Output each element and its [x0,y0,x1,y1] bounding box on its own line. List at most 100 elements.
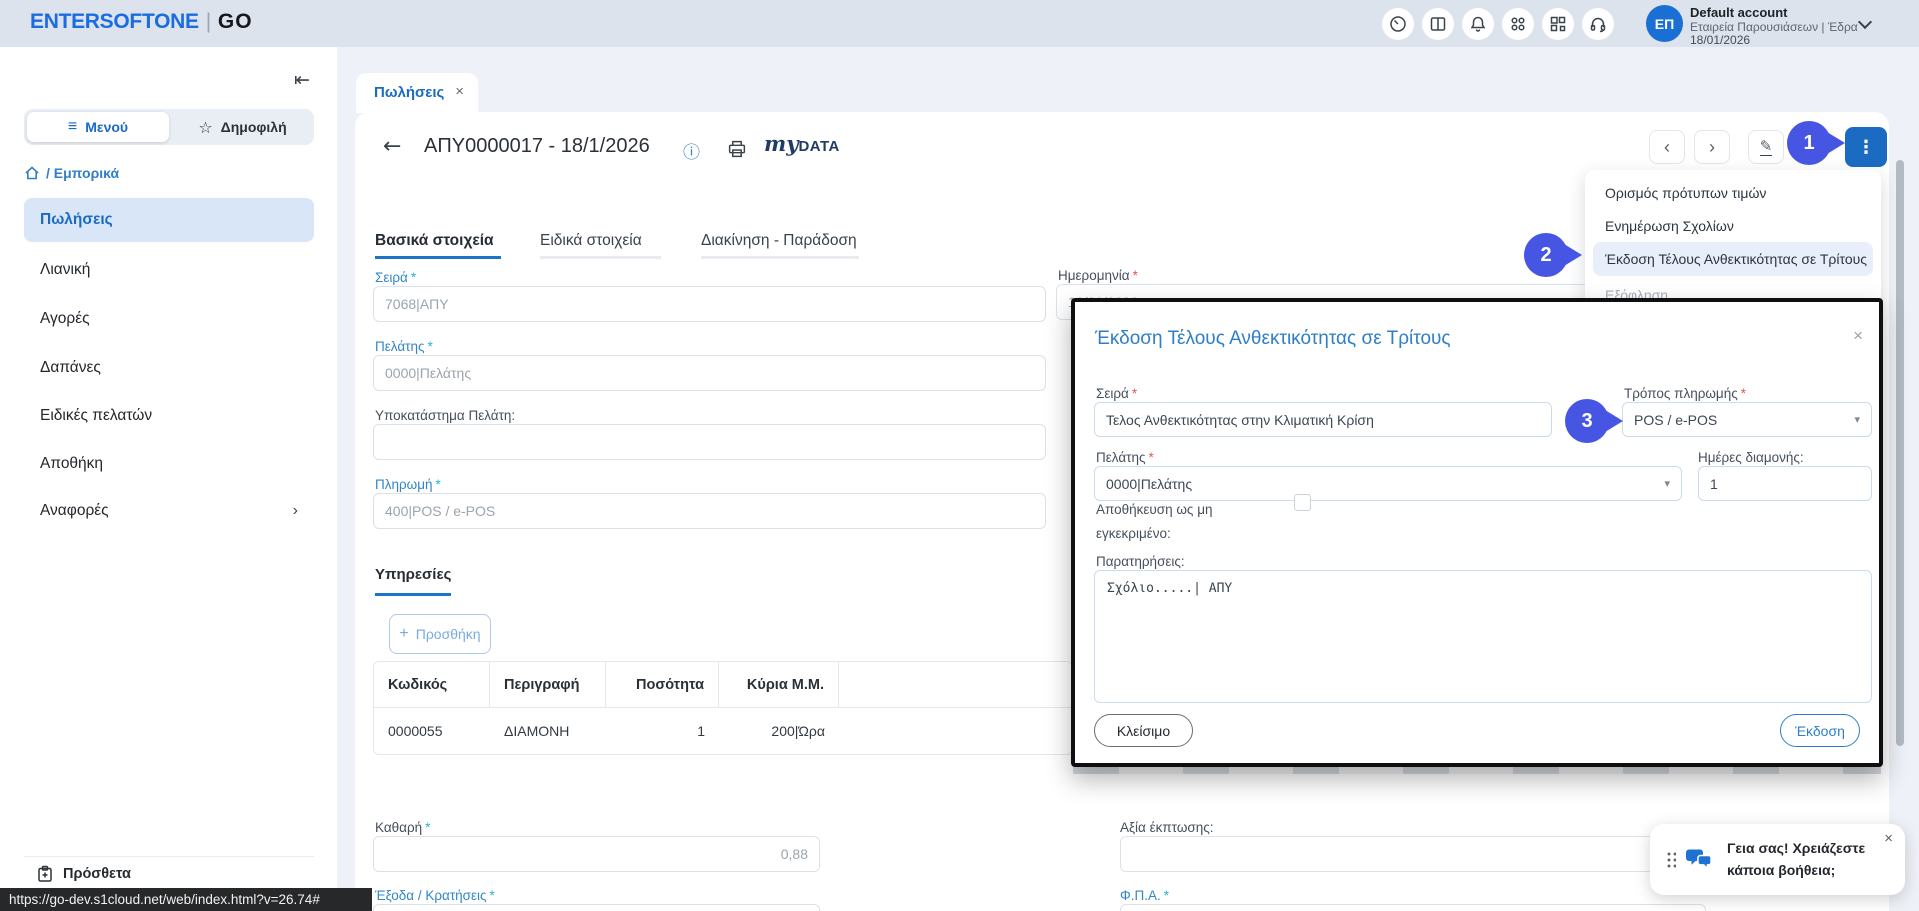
modal-submit-button[interactable]: Έκδοση [1780,714,1860,747]
payment-input[interactable]: 400|POS / e-POS [373,493,1046,529]
next-button[interactable]: › [1694,130,1730,164]
info-icon[interactable]: ⓘ [683,138,700,163]
chevron-down-icon[interactable] [1858,15,1872,29]
expenses-input[interactable] [373,904,820,911]
table-row[interactable]: 0000055 ΔΙΑΜΟΝΗ 1 200|Ώρα [374,708,1072,754]
annotation-step-1: 1 [1787,121,1831,165]
close-icon[interactable]: × [455,83,464,100]
chat-bubbles-icon [1686,847,1713,877]
customer-input[interactable]: 0000|Πελάτης [373,355,1046,391]
bell-icon[interactable] [1462,8,1494,40]
series-label: Σειρά* [375,270,416,285]
add-row-button[interactable]: + Προσθήκη [389,614,491,654]
modal-unapproved-label: Αποθήκευση ως μη εγκεκριμένο: [1096,498,1281,546]
unapproved-checkbox[interactable] [1294,494,1311,511]
modal-series-input[interactable]: Τελος Ανθεκτικότητας στην Κλιματική Κρίσ… [1094,402,1552,437]
tab-favorites[interactable]: ☆ Δημοφιλή [174,112,311,142]
modal-days-input[interactable]: 1 [1698,466,1872,501]
chat-widget[interactable]: Γεια σας! Χρειάζεστε κάποια βοήθεια; × [1650,824,1905,895]
clipboard-plus-icon [36,865,54,883]
required-mark: * [1145,450,1153,465]
workspace-tab-label: Πωλήσεις [374,84,444,101]
date-label: Ημερομηνία* [1058,268,1138,283]
extras-label: Πρόσθετα [63,866,131,882]
menu-item-resilience-fee[interactable]: Έκδοση Τέλους Ανθεκτικότητας σε Τρίτους [1593,242,1873,276]
cell-description: ΔΙΑΜΟΝΗ [490,708,606,754]
more-actions-button[interactable]: ⋮ [1845,127,1887,167]
add-row-label: Προσθήκη [416,626,481,642]
sidebar-item-sales[interactable]: Πωλήσεις [24,198,314,242]
drag-handle-icon[interactable] [1666,851,1676,868]
required-mark: * [433,477,441,492]
cell-code: 0000055 [374,708,490,754]
modal-close-button[interactable]: Κλείσιμο [1094,714,1193,747]
cell-uom: 200|Ώρα [719,708,839,754]
sidebar-item-label: Αποθήκη [40,455,103,473]
book-icon[interactable] [1422,8,1454,40]
modal-notes-label: Παρατηρήσεις: [1096,554,1185,569]
annotation-step-3: 3 [1565,399,1609,443]
pencil-icon: ✎ [1760,139,1773,156]
modal-payment-label: Τρόπος πληρωμής* [1624,386,1746,401]
col-header-code[interactable]: Κωδικός [374,662,490,707]
sidebar-item-reports[interactable]: Αναφορές › [24,489,314,533]
sidebar-item-purchases[interactable]: Αγορές [24,297,314,341]
sidebar-item-label: Ειδικές πελατών [40,407,152,425]
discount-input[interactable] [1120,836,1706,872]
mydata-data: DATA [798,138,839,155]
sidebar-collapse-icon[interactable]: ⇤ [294,69,310,91]
account-date: 18/01/2026 [1690,33,1750,47]
avatar[interactable]: ΕΠ [1646,5,1683,42]
col-header-uom[interactable]: Κύρια Μ.Μ. [719,662,839,707]
back-icon[interactable]: ← [383,134,401,159]
sidebar-item-extras[interactable]: Πρόσθετα [36,865,131,883]
customer-branch-input[interactable] [373,424,1046,460]
chat-line-1: Γεια σας! Χρειάζεστε [1727,837,1865,859]
tab-menu[interactable]: ≡ Μενού [27,112,169,142]
chat-message: Γεια σας! Χρειάζεστε κάποια βοήθεια; [1727,837,1865,881]
menu-item-default-prices[interactable]: Ορισμός πρότυπων τιμών [1585,176,1881,210]
sidebar-item-expenses[interactable]: Δαπάνες [24,346,314,390]
workspace-tab-sales[interactable]: Πωλήσεις × [356,73,478,113]
sidebar-item-retail[interactable]: Λιανική [24,248,314,292]
series-input[interactable]: 7068|ΑΠΥ [373,286,1046,322]
modal-customer-select[interactable]: 0000|Πελάτης▾ [1094,466,1682,501]
services-table: Κωδικός Περιγραφή Ποσότητα Κύρια Μ.Μ. 00… [373,661,1073,755]
tab-basic-info[interactable]: Βασικά στοιχεία [375,232,501,259]
apps-grid-icon[interactable] [1502,8,1534,40]
top-header-bar: ENTERSOFTONE|GO ΕΠ Default account Εταιρ… [0,0,1919,47]
discount-label: Αξία έκπτωσης: [1120,820,1213,835]
status-url: https://go-dev.s1cloud.net/web/index.htm… [0,888,372,911]
chat-line-2: κάποια βοήθεια; [1727,859,1865,881]
required-mark: * [1161,888,1169,903]
sidebar-item-customer-specials[interactable]: Ειδικές πελατών [24,394,314,438]
vertical-scrollbar[interactable] [1896,160,1904,746]
close-icon[interactable]: × [1853,326,1863,346]
modal-payment-select[interactable]: POS / e-POS▾ [1622,402,1872,437]
menu-item-update-comments[interactable]: Ενημέρωση Σχολίων [1585,209,1881,243]
net-input[interactable]: 0,88 [373,836,820,872]
document-title: ΑΠΥ0000017 - 18/1/2026 [424,135,650,158]
account-name: Default account [1690,5,1788,20]
close-icon[interactable]: × [1884,830,1893,847]
expenses-label: Έξοδα / Κρατήσεις* [375,888,495,903]
required-mark: * [422,820,430,835]
breadcrumb: / Εμπορικά [24,165,119,181]
col-header-description[interactable]: Περιγραφή [490,662,606,707]
tab-special-info[interactable]: Ειδικά στοιχεία [540,232,661,259]
gauge-icon[interactable] [1382,8,1414,40]
vat-input[interactable] [1120,904,1706,911]
cell-quantity: 1 [606,708,719,754]
tab-services[interactable]: Υπηρεσίες [375,566,451,596]
sidebar-item-warehouse[interactable]: Αποθήκη [24,442,314,486]
plus-icon: + [399,625,408,643]
edit-button[interactable]: ✎ [1748,130,1784,164]
widgets-icon[interactable] [1542,8,1574,40]
modal-notes-textarea[interactable]: Σχόλιο.....| ΑΠΥ [1094,570,1872,703]
col-header-quantity[interactable]: Ποσότητα [606,662,719,707]
prev-button[interactable]: ‹ [1649,130,1685,164]
tab-shipping-delivery[interactable]: Διακίνηση - Παράδοση [701,232,859,259]
home-icon[interactable] [24,165,40,181]
headset-icon[interactable] [1582,8,1614,40]
printer-icon[interactable] [727,139,747,164]
